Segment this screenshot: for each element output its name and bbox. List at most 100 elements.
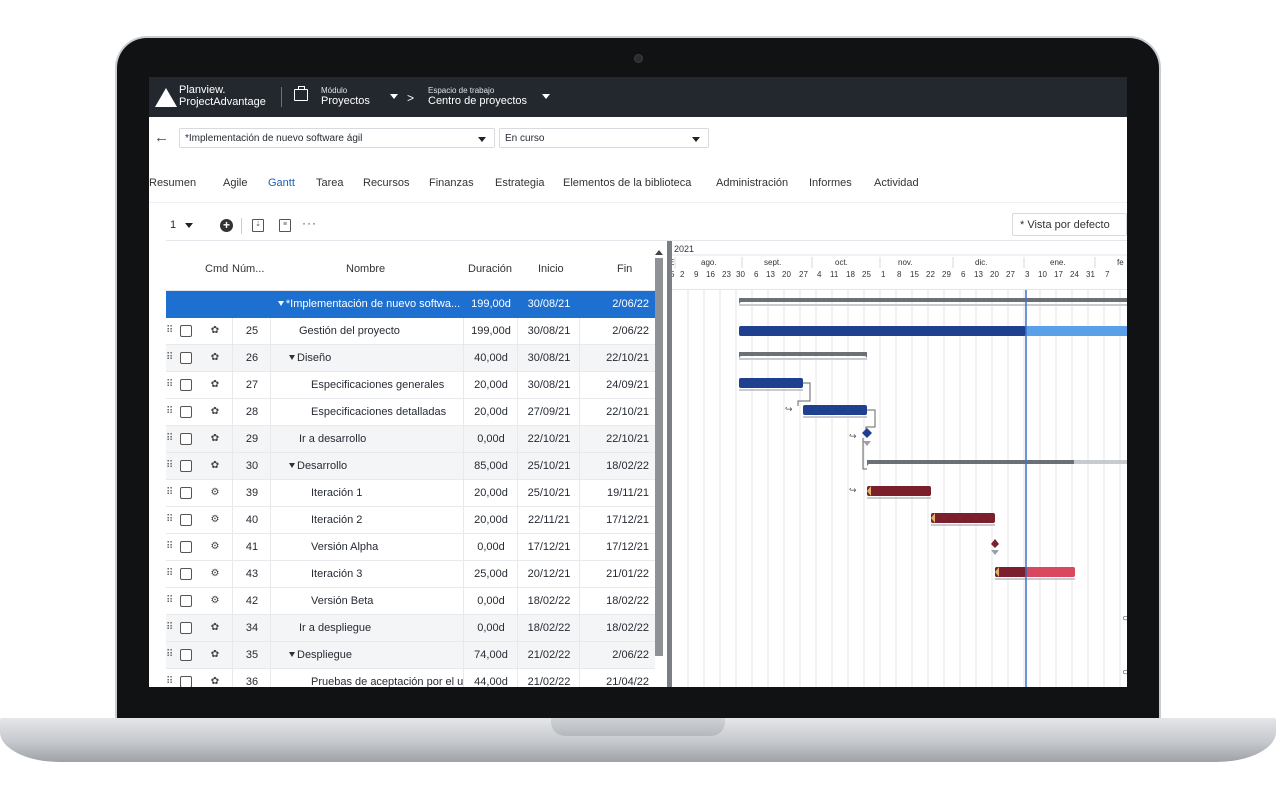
tab-resumen[interactable]: Resumen xyxy=(149,177,196,189)
drag-handle-icon[interactable]: ⠿ xyxy=(166,480,176,506)
status-select[interactable]: En curso xyxy=(499,128,709,148)
table-row[interactable]: ⠿ ✿ 34 Ir a despliegue 0,00d 18/02/22 18… xyxy=(166,615,655,642)
add-task-icon[interactable]: + xyxy=(220,219,233,232)
col-header-end[interactable]: Fin xyxy=(617,263,632,275)
agile-task-icon[interactable]: ⚙ xyxy=(208,480,222,506)
table-row[interactable]: ⠿ ⚙ 42 Versión Beta 0,00d 18/02/22 18/02… xyxy=(166,588,655,615)
col-header-start[interactable]: Inicio xyxy=(538,263,564,275)
row-checkbox[interactable] xyxy=(180,487,192,499)
table-row[interactable]: ⠿ ✿ 35 Despliegue 74,00d 21/02/22 2/06/2… xyxy=(166,642,655,669)
workspace-selector[interactable]: Espacio de trabajo Centro de proyectos xyxy=(428,85,527,107)
indent-icon[interactable]: ⇣ xyxy=(252,219,264,232)
row-checkbox[interactable] xyxy=(180,595,192,607)
drag-handle-icon[interactable]: ⠿ xyxy=(166,534,176,560)
drag-handle-icon[interactable]: ⠿ xyxy=(166,588,176,614)
collapse-triangle-icon[interactable] xyxy=(277,300,284,306)
task-bar-iteracion-3[interactable] xyxy=(995,567,1027,577)
gear-icon[interactable]: ✿ xyxy=(208,642,222,668)
table-row[interactable]: ⠿ ⚙ 39 Iteración 1 20,00d 25/10/21 19/11… xyxy=(166,480,655,507)
outline-level-select[interactable]: 1 xyxy=(170,219,176,231)
row-checkbox[interactable] xyxy=(180,325,192,337)
agile-task-icon[interactable]: ⚙ xyxy=(208,534,222,560)
table-row[interactable]: ⠿ ⚙ 41 Versión Alpha 0,00d 17/12/21 17/1… xyxy=(166,534,655,561)
row-checkbox[interactable] xyxy=(180,622,192,634)
row-checkbox[interactable] xyxy=(180,460,192,472)
task-bar-iteracion-2[interactable] xyxy=(931,513,995,523)
gear-icon[interactable]: ✿ xyxy=(208,372,222,398)
row-checkbox[interactable] xyxy=(180,568,192,580)
table-row[interactable]: ⠿ ✿ 30 Desarrollo 85,00d 25/10/21 18/02/… xyxy=(166,453,655,480)
tab-finanzas[interactable]: Finanzas xyxy=(429,177,474,189)
table-row[interactable]: *Implementación de nuevo softwa... 199,0… xyxy=(166,291,655,318)
table-row[interactable]: ⠿ ✿ 27 Especificaciones generales 20,00d… xyxy=(166,372,655,399)
collapse-triangle-icon[interactable] xyxy=(289,651,295,657)
module-selector[interactable]: Módulo Proyectos xyxy=(321,85,370,107)
project-select[interactable]: *Implementación de nuevo software ágil xyxy=(179,128,495,148)
gear-icon[interactable]: ✿ xyxy=(208,399,222,425)
summary-bar-diseno[interactable] xyxy=(739,352,867,356)
row-checkbox[interactable] xyxy=(180,406,192,418)
task-bar-spec-detalladas[interactable] xyxy=(803,405,867,415)
tab-agile[interactable]: Agile xyxy=(223,177,247,189)
gear-icon[interactable]: ✿ xyxy=(208,318,222,344)
row-checkbox[interactable] xyxy=(180,541,192,553)
gear-icon[interactable]: ✿ xyxy=(208,615,222,641)
drag-handle-icon[interactable]: ⠿ xyxy=(166,426,176,452)
agile-task-icon[interactable]: ⚙ xyxy=(208,507,222,533)
drag-handle-icon[interactable]: ⠿ xyxy=(166,642,176,668)
col-header-cmd[interactable]: Cmd xyxy=(205,263,228,275)
drag-handle-icon[interactable]: ⠿ xyxy=(166,453,176,479)
row-checkbox[interactable] xyxy=(180,379,192,391)
module-chevron-down-icon[interactable] xyxy=(390,94,398,99)
tab-actividad[interactable]: Actividad xyxy=(874,177,919,189)
gear-icon[interactable]: ✿ xyxy=(208,345,222,371)
row-checkbox[interactable] xyxy=(180,433,192,445)
summary-bar-project[interactable] xyxy=(739,298,1127,302)
tab-informes[interactable]: Informes xyxy=(809,177,852,189)
collapse-triangle-icon[interactable] xyxy=(289,354,295,360)
table-row[interactable]: ⠿ ⚙ 43 Iteración 3 25,00d 20/12/21 21/01… xyxy=(166,561,655,588)
col-header-num[interactable]: Núm... xyxy=(232,263,264,275)
workspace-chevron-down-icon[interactable] xyxy=(542,94,550,99)
more-options-icon[interactable]: ··· xyxy=(302,216,317,230)
tab-administracion[interactable]: Administración xyxy=(716,177,788,189)
tab-gantt[interactable]: Gantt xyxy=(268,177,295,189)
gear-icon[interactable]: ✿ xyxy=(208,453,222,479)
grid-vertical-scrollbar[interactable] xyxy=(655,258,663,656)
tab-elementos-biblioteca[interactable]: Elementos de la biblioteca xyxy=(563,177,691,189)
drag-handle-icon[interactable]: ⠿ xyxy=(166,399,176,425)
table-row[interactable]: ⠿ ✿ 25 Gestión del proyecto 199,00d 30/0… xyxy=(166,318,655,345)
row-checkbox[interactable] xyxy=(180,649,192,661)
drag-handle-icon[interactable]: ⠿ xyxy=(166,615,176,641)
view-select[interactable]: * Vista por defecto xyxy=(1012,213,1127,236)
table-row[interactable]: ⠿ ✿ 36 Pruebas de aceptación por el u 44… xyxy=(166,669,655,687)
drag-handle-icon[interactable]: ⠿ xyxy=(166,669,176,687)
table-row[interactable]: ⠿ ⚙ 40 Iteración 2 20,00d 22/11/21 17/12… xyxy=(166,507,655,534)
task-bar-gestion[interactable] xyxy=(739,326,1026,336)
task-bar-spec-generales[interactable] xyxy=(739,378,803,388)
task-bar-iteracion-1[interactable] xyxy=(867,486,931,496)
summary-bar-desarrollo[interactable] xyxy=(867,460,1074,464)
agile-task-icon[interactable]: ⚙ xyxy=(208,588,222,614)
gear-icon[interactable]: ✿ xyxy=(208,669,222,687)
back-arrow-icon[interactable]: ← xyxy=(154,129,169,146)
task-bar-gestion-remaining[interactable] xyxy=(1026,326,1127,336)
drag-handle-icon[interactable]: ⠿ xyxy=(166,318,176,344)
collapse-triangle-icon[interactable] xyxy=(289,462,295,468)
drag-handle-icon[interactable]: ⠿ xyxy=(166,507,176,533)
drag-handle-icon[interactable]: ⠿ xyxy=(166,345,176,371)
row-checkbox[interactable] xyxy=(180,514,192,526)
col-header-duration[interactable]: Duración xyxy=(468,263,512,275)
tab-estrategia[interactable]: Estrategia xyxy=(495,177,545,189)
row-checkbox[interactable] xyxy=(180,352,192,364)
drag-handle-icon[interactable]: ⠿ xyxy=(166,561,176,587)
table-row[interactable]: ⠿ ✿ 28 Especificaciones detalladas 20,00… xyxy=(166,399,655,426)
table-row[interactable]: ⠿ ✿ 29 Ir a desarrollo 0,00d 22/10/21 22… xyxy=(166,426,655,453)
table-row[interactable]: ⠿ ✿ 26 Diseño 40,00d 30/08/21 22/10/21 xyxy=(166,345,655,372)
brand-name[interactable]: Planview. ProjectAdvantage xyxy=(179,84,266,108)
scroll-up-arrow-icon[interactable] xyxy=(655,250,663,255)
col-header-name[interactable]: Nombre xyxy=(346,263,385,275)
gear-icon[interactable]: ✿ xyxy=(208,426,222,452)
drag-handle-icon[interactable]: ⠿ xyxy=(166,372,176,398)
tab-tarea[interactable]: Tarea xyxy=(316,177,344,189)
